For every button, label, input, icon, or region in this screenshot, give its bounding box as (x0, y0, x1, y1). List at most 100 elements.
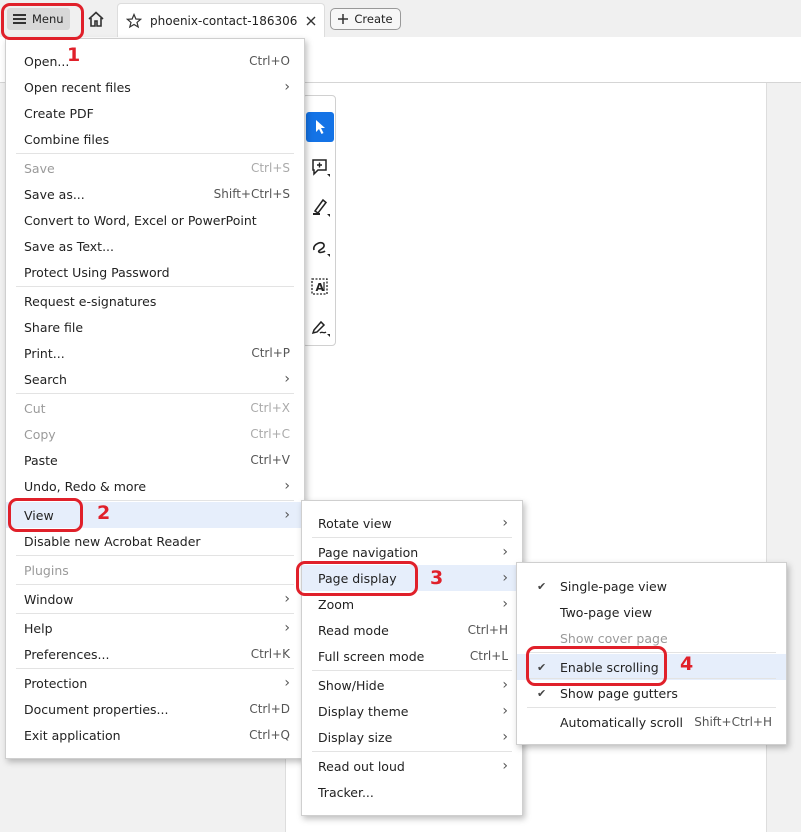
quick-tools-bar: A (302, 95, 336, 346)
view-item-full-screen-mode[interactable]: Full screen mode Ctrl+L (302, 643, 522, 669)
menu-item-label: Open recent files (24, 79, 131, 95)
menu-item-protect-using-password[interactable]: Protect Using Password (6, 259, 304, 285)
menu-item-label: Share file (24, 319, 84, 335)
menu-item-label: Display size (318, 729, 393, 745)
menu-item-help[interactable]: Help › (6, 615, 304, 641)
menu-item-paste[interactable]: Paste Ctrl+V (6, 447, 304, 473)
menu-item-label: Show page gutters (560, 685, 678, 701)
menu-item-exit-application[interactable]: Exit application Ctrl+Q (6, 722, 304, 748)
menu-item-document-properties[interactable]: Document properties... Ctrl+D (6, 696, 304, 722)
menu-item-label: Show cover page (560, 630, 668, 646)
chevron-right-icon: › (502, 729, 508, 745)
menu-item-print[interactable]: Print... Ctrl+P (6, 340, 304, 366)
menu-separator (16, 555, 294, 556)
menu-item-shortcut: Ctrl+V (250, 453, 290, 467)
menu-item-label: Save as Text... (24, 238, 115, 254)
menu-item-label: Disable new Acrobat Reader (24, 533, 201, 549)
annotation-ring-4 (526, 646, 667, 686)
annotation-ring-3 (296, 561, 418, 596)
page-display-item-automatically-scroll[interactable]: Automatically scroll Shift+Ctrl+H (517, 709, 786, 735)
menu-item-undo-redo-more[interactable]: Undo, Redo & more › (6, 473, 304, 499)
menu-item-plugins[interactable]: Plugins (6, 557, 304, 583)
view-item-display-theme[interactable]: Display theme › (302, 698, 522, 724)
menu-item-save-as-text[interactable]: Save as Text... (6, 233, 304, 259)
menu-item-combine-files[interactable]: Combine files (6, 126, 304, 152)
view-item-read-mode[interactable]: Read mode Ctrl+H (302, 617, 522, 643)
home-button[interactable] (84, 7, 108, 31)
menu-item-open-recent-files[interactable]: Open recent files › (6, 74, 304, 100)
menu-item-label: Undo, Redo & more (24, 478, 147, 494)
menu-item-shortcut: Ctrl+X (250, 401, 290, 415)
view-item-rotate-view[interactable]: Rotate view › (302, 510, 522, 536)
menu-item-label: Create PDF (24, 105, 94, 121)
highlight-tool[interactable] (306, 192, 334, 222)
sign-tool[interactable] (306, 312, 334, 342)
menu-item-label: Request e-signatures (24, 293, 157, 309)
menu-item-label: Protection (24, 675, 88, 691)
view-item-tracker[interactable]: Tracker... (302, 779, 522, 805)
view-item-display-size[interactable]: Display size › (302, 724, 522, 750)
annotation-ring-2 (8, 498, 83, 532)
chevron-right-icon: › (284, 620, 290, 636)
menu-item-cut[interactable]: Cut Ctrl+X (6, 395, 304, 421)
annotation-number-3: 3 (430, 567, 444, 589)
annotation-number-1: 1 (67, 44, 81, 66)
page-display-item-two-page-view[interactable]: Two-page view (517, 599, 786, 625)
menu-item-save-as[interactable]: Save as... Shift+Ctrl+S (6, 181, 304, 207)
annotation-number-4: 4 (680, 653, 694, 675)
star-icon (126, 12, 142, 28)
menu-item-label: Protect Using Password (24, 264, 170, 280)
add-comment-tool[interactable] (306, 152, 334, 182)
page-display-item-single-page-view[interactable]: ✔ Single-page view (517, 573, 786, 599)
view-item-show-hide[interactable]: Show/Hide › (302, 672, 522, 698)
menu-item-label: Open... (24, 53, 70, 69)
menu-item-copy[interactable]: Copy Ctrl+C (6, 421, 304, 447)
chevron-right-icon: › (502, 544, 508, 560)
menu-item-label: Search (24, 371, 67, 387)
chevron-right-icon: › (502, 596, 508, 612)
chevron-right-icon: › (284, 371, 290, 387)
menu-item-label: Cut (24, 400, 46, 416)
annotation-ring-1 (1, 3, 84, 40)
plus-icon (338, 14, 349, 24)
menu-separator (16, 584, 294, 585)
text-field-tool[interactable]: A (306, 272, 334, 302)
menu-item-label: Tracker... (318, 784, 374, 800)
home-icon (88, 11, 104, 27)
menu-item-shortcut: Ctrl+S (250, 161, 290, 175)
select-tool[interactable] (306, 112, 334, 142)
menu-item-label: Save as... (24, 186, 85, 202)
menu-item-label: Zoom (318, 596, 355, 612)
menu-separator (16, 393, 294, 394)
menu-item-window[interactable]: Window › (6, 586, 304, 612)
menu-item-open[interactable]: Open... Ctrl+O (6, 48, 304, 74)
create-button[interactable]: Create (330, 8, 401, 30)
menu-item-preferences[interactable]: Preferences... Ctrl+K (6, 641, 304, 667)
menu-item-share-file[interactable]: Share file (6, 314, 304, 340)
menu-item-label: Page navigation (318, 544, 419, 560)
menu-item-label: Copy (24, 426, 56, 442)
chevron-right-icon: › (284, 591, 290, 607)
chevron-right-icon: › (502, 570, 508, 586)
menu-separator (16, 613, 294, 614)
document-tab[interactable]: phoenix-contact-186306... (117, 3, 325, 37)
checkmark-icon: ✔ (537, 686, 547, 700)
tab-title: phoenix-contact-186306... (150, 13, 298, 28)
menu-item-request-e-signatures[interactable]: Request e-signatures (6, 288, 304, 314)
chevron-right-icon: › (284, 478, 290, 494)
main-menu: Open... Ctrl+O Open recent files › Create PD… (5, 38, 305, 759)
menu-item-protection[interactable]: Protection › (6, 670, 304, 696)
menu-item-convert-to-word-excel-or-powerpoint[interactable]: Convert to Word, Excel or PowerPoint (6, 207, 304, 233)
close-icon (306, 16, 316, 25)
view-item-read-out-loud[interactable]: Read out loud › (302, 753, 522, 779)
menu-item-shortcut: Ctrl+H (467, 623, 508, 637)
menu-item-label: Save (24, 160, 55, 176)
highlight-icon (313, 198, 330, 217)
draw-tool[interactable] (306, 232, 334, 262)
menu-item-save[interactable]: Save Ctrl+S (6, 155, 304, 181)
menu-item-label: Convert to Word, Excel or PowerPoint (24, 212, 257, 228)
menu-item-label: Window (24, 591, 74, 607)
menu-item-label: Automatically scroll (560, 714, 683, 730)
menu-item-create-pdf[interactable]: Create PDF (6, 100, 304, 126)
menu-item-search[interactable]: Search › (6, 366, 304, 392)
